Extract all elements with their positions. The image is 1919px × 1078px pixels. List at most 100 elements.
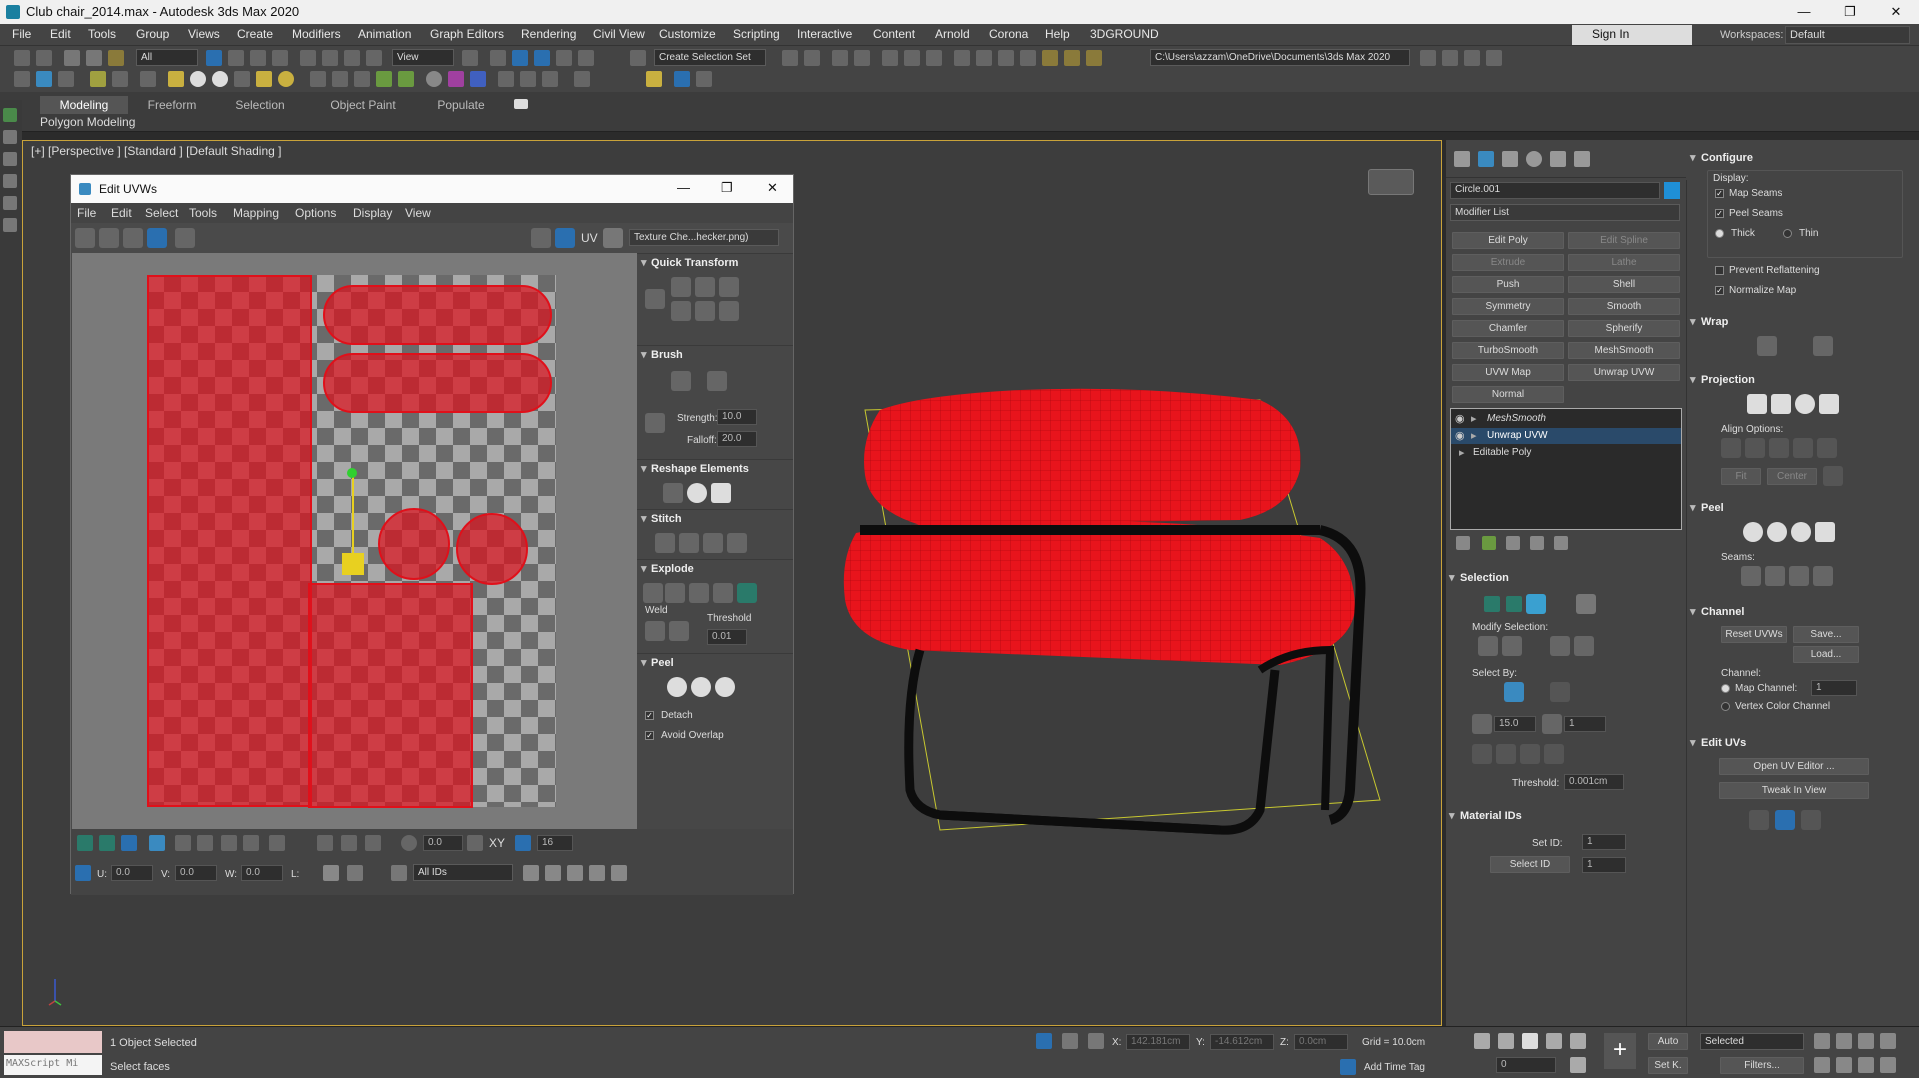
load-uvws-button[interactable]: Load... — [1793, 646, 1859, 663]
systems-icon[interactable] — [354, 71, 370, 87]
menu-arnold[interactable]: Arnold — [935, 27, 970, 41]
go-to-end-icon[interactable] — [1570, 1033, 1586, 1049]
key-filter-dropdown[interactable]: Selected — [1700, 1033, 1804, 1050]
qt-pivot-icon[interactable] — [645, 289, 665, 309]
normalize-map-checkbox[interactable]: ✓ — [1715, 286, 1724, 295]
uvw-rotate-icon[interactable] — [99, 228, 119, 248]
maximize-viewport-icon[interactable] — [1880, 1033, 1896, 1049]
redo-icon[interactable] — [36, 50, 52, 66]
uv-island-cylinder-1[interactable] — [323, 285, 552, 345]
select-id-button[interactable]: Select ID — [1490, 856, 1570, 873]
interactive-render-icon[interactable] — [470, 71, 486, 87]
brush-relax-icon[interactable] — [707, 371, 727, 391]
set-key-icon[interactable]: + — [1604, 1033, 1636, 1069]
fit-button[interactable]: Fit — [1721, 468, 1761, 485]
sel-edge-icon[interactable] — [1506, 596, 1522, 612]
reset-uvws-button[interactable]: Reset UVWs — [1721, 626, 1787, 643]
y-coord-field[interactable]: -14.612cm — [1210, 1034, 1274, 1050]
set-key-button[interactable]: Set K. — [1648, 1057, 1688, 1074]
uvw-grid-icon[interactable] — [555, 228, 575, 248]
uvw-mirror-icon[interactable] — [175, 228, 195, 248]
wrap-header[interactable]: Wrap — [1687, 314, 1919, 332]
strip-icon-4[interactable] — [3, 174, 17, 188]
plane-icon[interactable] — [168, 71, 184, 87]
edit-uvs-header[interactable]: Edit UVs — [1687, 735, 1919, 753]
menu-corona[interactable]: Corona — [989, 27, 1028, 41]
uvw-map-button[interactable]: UVW Map — [1452, 364, 1564, 381]
select-id-spinner[interactable]: 1 — [1582, 857, 1626, 873]
stack-item-unwrap[interactable]: ◉ ▸ Unwrap UVW — [1451, 428, 1681, 444]
prev-frame-icon[interactable] — [1498, 1033, 1514, 1049]
lock-icon[interactable] — [323, 865, 339, 881]
expand-icon-3[interactable]: ▸ — [1459, 446, 1465, 459]
ring-icon[interactable] — [243, 835, 259, 851]
reshape-elements-header[interactable]: Reshape Elements — [637, 459, 793, 477]
create-tab-icon[interactable] — [1454, 151, 1470, 167]
project-path-dropdown[interactable]: C:\Users\azzam\OneDrive\Documents\3ds Ma… — [1150, 49, 1410, 66]
lathe-button[interactable]: Lathe — [1568, 254, 1680, 271]
refresh-icon[interactable] — [574, 71, 590, 87]
pin-icon[interactable] — [646, 71, 662, 87]
visibility-eye-icon-2[interactable]: ◉ — [1455, 429, 1465, 442]
uvw-menu-edit[interactable]: Edit — [111, 206, 132, 220]
uv-island-cap-2[interactable] — [456, 513, 528, 585]
go-to-start-icon[interactable] — [1474, 1033, 1490, 1049]
edit-uvws-window[interactable]: Edit UVWs — ❐ ✕ File Edit Select Tools M… — [70, 174, 794, 895]
maximize-button[interactable]: ❐ — [1827, 0, 1873, 24]
filters-button[interactable]: Filters... — [1720, 1057, 1804, 1074]
chair-model[interactable] — [820, 370, 1400, 910]
edit-spline-button[interactable]: Edit Spline — [1568, 232, 1680, 249]
selection-lock-icon[interactable] — [1062, 1033, 1078, 1049]
bookmark-icon[interactable] — [674, 71, 690, 87]
menu-create[interactable]: Create — [237, 27, 273, 41]
zoom-region-icon[interactable] — [567, 865, 583, 881]
peel-header[interactable]: Peel — [637, 653, 793, 671]
menu-graph-editors[interactable]: Graph Editors — [430, 27, 504, 41]
zoom-all-icon[interactable] — [1836, 1033, 1852, 1049]
uv-island-cap-1[interactable] — [378, 508, 450, 580]
planar-map-icon[interactable] — [1747, 394, 1767, 414]
expand-seams-icon[interactable] — [1813, 566, 1833, 586]
select-by-element-icon[interactable] — [1504, 682, 1524, 702]
pin-stack-icon[interactable] — [1456, 536, 1470, 550]
brush-line-icon[interactable] — [645, 413, 665, 433]
grow-sel-icon[interactable] — [1478, 636, 1498, 656]
peel-quick-icon[interactable] — [667, 677, 687, 697]
thick-radio[interactable] — [1715, 229, 1724, 238]
play-icon[interactable] — [1522, 1033, 1538, 1049]
grid-icon[interactable] — [58, 71, 74, 87]
named-selection-dropdown[interactable]: Create Selection Set — [654, 49, 766, 66]
reshape-straighten-icon[interactable] — [663, 483, 683, 503]
align-x-icon[interactable] — [1721, 438, 1741, 458]
uv-island-backrest[interactable] — [147, 275, 312, 807]
stitch-target-icon[interactable] — [727, 533, 747, 553]
paint-select-icon[interactable] — [269, 835, 285, 851]
explode-header[interactable]: Explode — [637, 559, 793, 577]
save-uvws-button[interactable]: Save... — [1793, 626, 1859, 643]
extrude-button[interactable]: Extrude — [1452, 254, 1564, 271]
remove-modifier-icon[interactable] — [1530, 536, 1544, 550]
menu-edit[interactable]: Edit — [50, 27, 71, 41]
select-by-uv-icon[interactable] — [1550, 682, 1570, 702]
push-button[interactable]: Push — [1452, 276, 1564, 293]
snaps-toggle-icon[interactable] — [512, 50, 528, 66]
smooth-button[interactable]: Smooth — [1568, 298, 1680, 315]
hierarchy-tab-icon[interactable] — [1502, 151, 1518, 167]
mirror-icon[interactable] — [782, 50, 798, 66]
stack-item-editable-poly[interactable]: ▸ Editable Poly — [1451, 445, 1681, 461]
spherify-button[interactable]: Spherify — [1568, 320, 1680, 337]
x-axis-icon[interactable] — [1496, 744, 1516, 764]
uvw-menu-tools[interactable]: Tools — [189, 206, 217, 220]
explode-smoothing-icon[interactable] — [665, 583, 685, 603]
unlink-icon[interactable] — [86, 50, 102, 66]
scatter-icon[interactable] — [398, 71, 414, 87]
cylinder-icon[interactable] — [212, 71, 228, 87]
helper-icon[interactable] — [310, 71, 326, 87]
x-coord-field[interactable]: 142.181cm — [1126, 1034, 1190, 1050]
sel-vertex-icon[interactable] — [1484, 596, 1500, 612]
element-mode-icon[interactable] — [149, 835, 165, 851]
space-warp-icon[interactable] — [332, 71, 348, 87]
grow-icon[interactable] — [175, 835, 191, 851]
render-setup-icon[interactable] — [954, 50, 970, 66]
sel-polygon-icon[interactable] — [1526, 594, 1546, 614]
